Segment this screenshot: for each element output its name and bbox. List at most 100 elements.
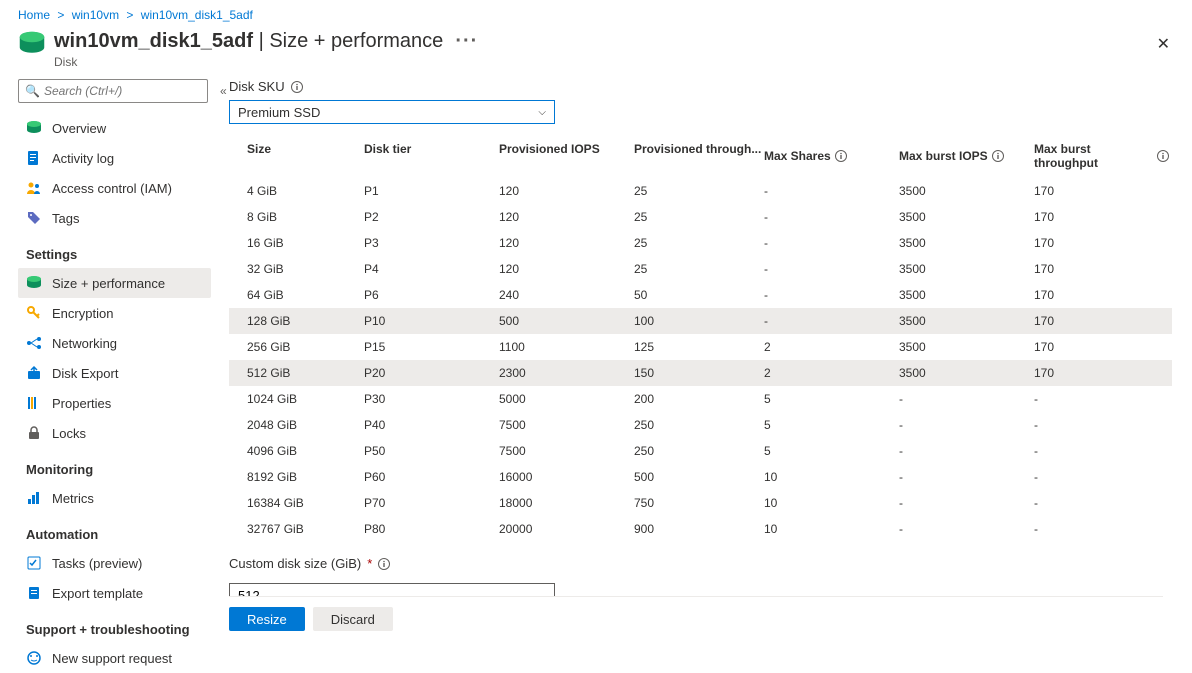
- props-icon: [26, 395, 42, 411]
- cell-burst-iops: 3500: [899, 288, 1034, 302]
- nav-item-disk-export[interactable]: Disk Export: [18, 358, 211, 388]
- nav-item-properties[interactable]: Properties: [18, 388, 211, 418]
- nav-item-label: Tasks (preview): [52, 556, 142, 571]
- cell-size: 64 GiB: [229, 288, 364, 302]
- nav-item-locks[interactable]: Locks: [18, 418, 211, 448]
- cell-tier: P2: [364, 210, 499, 224]
- page-header: win10vm_disk1_5adf | Size + performance …: [0, 26, 1192, 79]
- breadcrumb-current[interactable]: win10vm_disk1_5adf: [141, 8, 253, 22]
- table-row[interactable]: 512 GiBP20230015023500170: [229, 360, 1172, 386]
- cell-iops: 240: [499, 288, 634, 302]
- table-row[interactable]: 2048 GiBP4075002505--: [229, 412, 1172, 438]
- cell-throughput: 25: [634, 262, 764, 276]
- cell-burst-throughput: -: [1034, 470, 1169, 484]
- info-icon[interactable]: [992, 150, 1004, 162]
- table-row[interactable]: 256 GiBP15110012523500170: [229, 334, 1172, 360]
- table-row[interactable]: 32 GiBP412025-3500170: [229, 256, 1172, 282]
- nav-item-tasks-preview-[interactable]: Tasks (preview): [18, 548, 211, 578]
- nav-item-size-performance[interactable]: Size + performance: [18, 268, 211, 298]
- cell-burst-iops: 3500: [899, 236, 1034, 250]
- cell-shares: 10: [764, 496, 899, 510]
- cell-throughput: 25: [634, 210, 764, 224]
- breadcrumb-home[interactable]: Home: [18, 8, 50, 22]
- cell-size: 2048 GiB: [229, 418, 364, 432]
- cell-tier: P10: [364, 314, 499, 328]
- table-row[interactable]: 16 GiBP312025-3500170: [229, 230, 1172, 256]
- col-throughput[interactable]: Provisioned through...: [634, 142, 764, 170]
- cell-size: 4096 GiB: [229, 444, 364, 458]
- metrics-icon: [26, 490, 42, 506]
- table-row[interactable]: 16384 GiBP701800075010--: [229, 490, 1172, 516]
- resize-button[interactable]: Resize: [229, 607, 305, 631]
- cell-burst-iops: -: [899, 444, 1034, 458]
- cell-burst-iops: -: [899, 392, 1034, 406]
- cell-burst-iops: 3500: [899, 184, 1034, 198]
- cell-iops: 5000: [499, 392, 634, 406]
- cell-iops: 120: [499, 210, 634, 224]
- search-input-wrap[interactable]: 🔍: [18, 79, 208, 103]
- col-iops[interactable]: Provisioned IOPS: [499, 142, 634, 170]
- table-row[interactable]: 128 GiBP10500100-3500170: [229, 308, 1172, 334]
- col-burst-throughput[interactable]: Max burst throughput: [1034, 142, 1169, 170]
- nav-item-access-control-iam-[interactable]: Access control (IAM): [18, 173, 211, 203]
- cell-shares: 5: [764, 392, 899, 406]
- col-burst-iops[interactable]: Max burst IOPS: [899, 142, 1034, 170]
- table-row[interactable]: 8192 GiBP601600050010--: [229, 464, 1172, 490]
- nav-item-label: Locks: [52, 426, 86, 441]
- table-row[interactable]: 4 GiBP112025-3500170: [229, 178, 1172, 204]
- main-content: Disk SKU Premium SSD ⌵ Size Disk tier Pr…: [215, 79, 1192, 673]
- disk-size-table: Size Disk tier Provisioned IOPS Provisio…: [229, 136, 1172, 542]
- col-tier[interactable]: Disk tier: [364, 142, 499, 170]
- cell-burst-iops: 3500: [899, 366, 1034, 380]
- page-subtitle: Disk: [54, 55, 1153, 69]
- info-icon[interactable]: [1157, 150, 1169, 162]
- nav-item-label: Size + performance: [52, 276, 165, 291]
- cell-burst-throughput: 170: [1034, 288, 1169, 302]
- cell-burst-throughput: -: [1034, 522, 1169, 536]
- cell-burst-throughput: -: [1034, 444, 1169, 458]
- nav-item-export-template[interactable]: Export template: [18, 578, 211, 608]
- disk-sku-label: Disk SKU: [229, 79, 1172, 94]
- people-icon: [26, 180, 42, 196]
- nav-item-label: Metrics: [52, 491, 94, 506]
- nav-item-label: Disk Export: [52, 366, 118, 381]
- nav-item-new-support-request[interactable]: New support request: [18, 643, 211, 673]
- table-row[interactable]: 4096 GiBP5075002505--: [229, 438, 1172, 464]
- cell-iops: 1100: [499, 340, 634, 354]
- cell-throughput: 125: [634, 340, 764, 354]
- breadcrumb-sep: >: [126, 8, 133, 22]
- table-row[interactable]: 8 GiBP212025-3500170: [229, 204, 1172, 230]
- nav-item-overview[interactable]: Overview: [18, 113, 211, 143]
- info-icon[interactable]: [291, 81, 303, 93]
- cell-iops: 16000: [499, 470, 634, 484]
- table-row[interactable]: 64 GiBP624050-3500170: [229, 282, 1172, 308]
- close-icon[interactable]: ✕: [1153, 30, 1174, 58]
- breadcrumb-parent[interactable]: win10vm: [72, 8, 119, 22]
- nav-item-label: Encryption: [52, 306, 113, 321]
- cell-throughput: 25: [634, 236, 764, 250]
- nav-item-networking[interactable]: Networking: [18, 328, 211, 358]
- info-icon[interactable]: [378, 558, 390, 570]
- nav-item-tags[interactable]: Tags: [18, 203, 211, 233]
- disk-sku-dropdown[interactable]: Premium SSD ⌵: [229, 100, 555, 124]
- nav-item-encryption[interactable]: Encryption: [18, 298, 211, 328]
- disk-icon: [26, 120, 42, 136]
- cell-throughput: 25: [634, 184, 764, 198]
- search-input[interactable]: [44, 84, 201, 98]
- breadcrumb-sep: >: [57, 8, 64, 22]
- table-row[interactable]: 32767 GiBP802000090010--: [229, 516, 1172, 542]
- nav-item-metrics[interactable]: Metrics: [18, 483, 211, 513]
- col-shares[interactable]: Max Shares: [764, 142, 899, 170]
- discard-button[interactable]: Discard: [313, 607, 393, 631]
- more-button[interactable]: ···: [455, 30, 478, 53]
- cell-burst-iops: -: [899, 496, 1034, 510]
- nav-item-activity-log[interactable]: Activity log: [18, 143, 211, 173]
- table-row[interactable]: 1024 GiBP3050002005--: [229, 386, 1172, 412]
- cell-tier: P50: [364, 444, 499, 458]
- cell-tier: P6: [364, 288, 499, 302]
- col-size[interactable]: Size: [229, 142, 364, 170]
- cell-throughput: 150: [634, 366, 764, 380]
- cell-iops: 2300: [499, 366, 634, 380]
- nav-item-label: Tags: [52, 211, 79, 226]
- info-icon[interactable]: [835, 150, 847, 162]
